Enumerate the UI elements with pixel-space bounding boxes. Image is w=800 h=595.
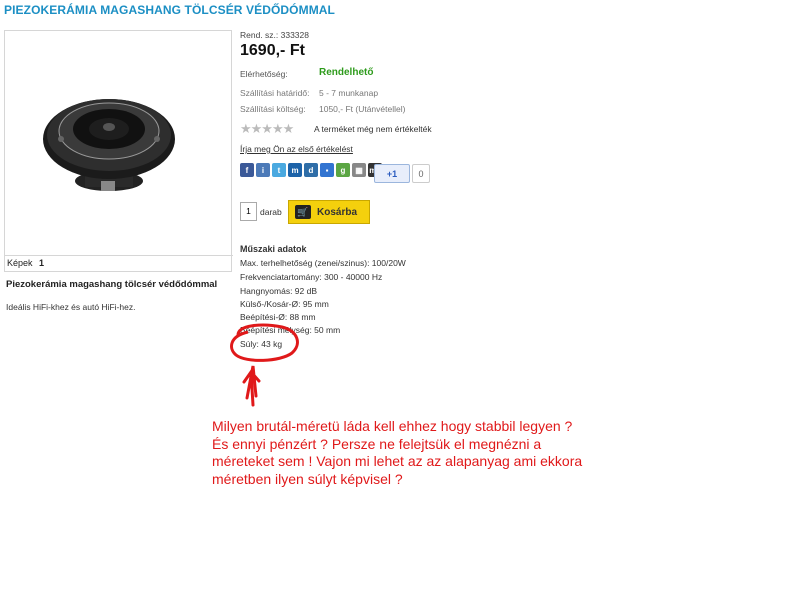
- write-review-link[interactable]: Írja meg Ön az első értékelést: [240, 144, 353, 154]
- product-description: Ideális HiFi-khez és autó HiFi-hez.: [6, 302, 136, 312]
- spec-line: Max. terhelhetőség (zenei/szinus): 100/2…: [240, 258, 406, 268]
- google-plus-button[interactable]: +1: [374, 164, 410, 183]
- cart-label: Kosárba: [317, 206, 358, 218]
- google-bookmark-icon[interactable]: g: [336, 163, 350, 177]
- annotation-line: Milyen brutál-méretü láda kell ehhez hog…: [212, 418, 573, 434]
- myspace-icon[interactable]: m: [288, 163, 302, 177]
- images-page-link[interactable]: 1: [39, 258, 44, 268]
- price: 1690,- Ft: [240, 42, 305, 59]
- images-label: Képek: [7, 258, 33, 268]
- spec-line: Beépítési-Ø: 88 mm: [240, 312, 316, 322]
- annotation-line: méreteket sem ! Vajon mi lehet az az ala…: [212, 453, 583, 469]
- shipping-cost-value: 1050,- Ft (Utánvétellel): [319, 104, 406, 114]
- product-name: Piezokerámia magashang tölcsér védődómma…: [6, 279, 218, 290]
- order-number: Rend. sz.: 333328: [240, 30, 309, 40]
- delivery-time-value: 5 - 7 munkanap: [319, 88, 379, 98]
- spec-line: Külső-/Kosár-Ø: 95 mm: [240, 299, 329, 309]
- spec-line-weight: Súly: 43 kg: [240, 339, 283, 349]
- delicious-icon[interactable]: ▪: [320, 163, 334, 177]
- quantity-input[interactable]: [240, 202, 257, 221]
- annotation-line: És ennyi pénzért ? Persze ne felejtsük e…: [212, 435, 542, 452]
- annotation-line: méretben ilyen súlyt képvisel ?: [212, 470, 403, 487]
- digg-icon[interactable]: d: [304, 163, 318, 177]
- rating-text: A terméket még nem értékelték: [314, 124, 432, 134]
- availability-label: Elérhetőség:: [240, 69, 288, 79]
- iwiw-icon[interactable]: i: [256, 163, 270, 177]
- delivery-time-label: Szállítási határidő:: [240, 88, 310, 98]
- plus-count: 0: [412, 164, 430, 183]
- spec-line: Beépítési mélység: 50 mm: [240, 325, 341, 335]
- availability-value: Rendelhető: [319, 67, 374, 78]
- quantity-unit: darab: [260, 207, 282, 217]
- facebook-icon[interactable]: f: [240, 163, 254, 177]
- annotation-comment: Milyen brutál-méretü láda kell ehhez hog…: [212, 418, 632, 488]
- spec-line: Frekvenciatartomány: 300 - 40000 Hz: [240, 272, 383, 282]
- twitter-icon[interactable]: t: [272, 163, 286, 177]
- rating-stars[interactable]: ★★★★★: [240, 121, 294, 137]
- shipping-cost-label: Szállítási költség:: [240, 104, 306, 114]
- cart-icon: 🛒: [295, 205, 311, 219]
- share-grid-icon[interactable]: ▦: [352, 163, 366, 177]
- product-title: PIEZOKERÁMIA MAGASHANG TÖLCSÉR VÉDŐDÓMMA…: [4, 3, 335, 17]
- speaker-image[interactable]: [5, 31, 231, 256]
- social-share-bar: fitmd▪g▦my: [240, 163, 382, 177]
- spec-line: Hangnyomás: 92 dB: [240, 286, 318, 296]
- add-to-cart-button[interactable]: 🛒 Kosárba: [288, 200, 370, 224]
- product-image-frame[interactable]: [4, 30, 232, 272]
- specs-title: Műszaki adatok: [240, 244, 307, 254]
- image-pager: Képek 1: [4, 255, 233, 270]
